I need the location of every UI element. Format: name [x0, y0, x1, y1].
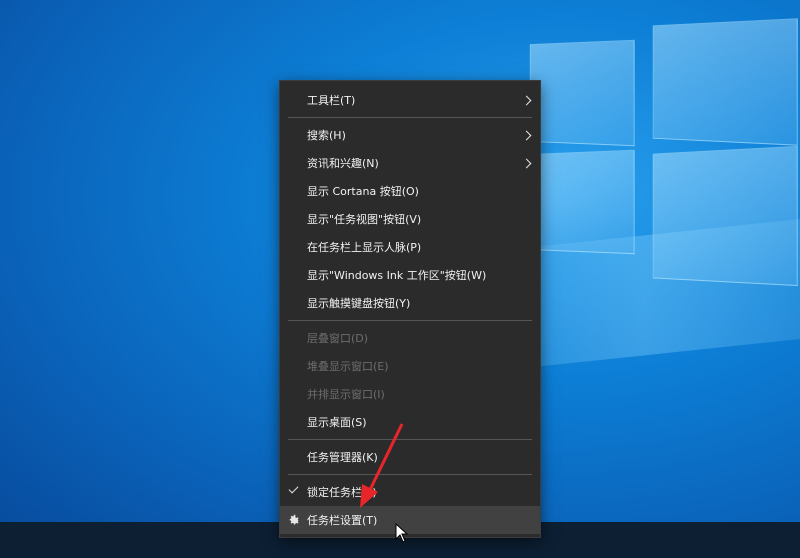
- logo-pane-bottom-right: [652, 145, 798, 287]
- menu-separator: [288, 439, 532, 440]
- menu-item-label: 并排显示窗口(I): [307, 388, 385, 401]
- menu-item-show-task-view[interactable]: 显示"任务视图"按钮(V): [280, 205, 540, 233]
- menu-item-label: 显示触摸键盘按钮(Y): [307, 297, 411, 310]
- menu-item-label: 在任务栏上显示人脉(P): [307, 241, 422, 254]
- menu-item-show-touch-keyboard[interactable]: 显示触摸键盘按钮(Y): [280, 289, 540, 317]
- menu-item-label: 任务栏设置(T): [307, 514, 378, 527]
- menu-item-lock-taskbar[interactable]: 锁定任务栏(L): [280, 478, 540, 506]
- menu-item-label: 层叠窗口(D): [307, 332, 369, 345]
- menu-item-task-manager[interactable]: 任务管理器(K): [280, 443, 540, 471]
- mouse-cursor-icon: [395, 523, 409, 543]
- menu-item-label: 显示"Windows Ink 工作区"按钮(W): [307, 269, 487, 282]
- chevron-right-icon: [521, 158, 532, 168]
- windows-logo: [500, 0, 800, 330]
- chevron-right-icon: [521, 95, 532, 105]
- menu-separator: [288, 320, 532, 321]
- chevron-right-icon: [521, 130, 532, 140]
- logo-pane-bottom-left: [529, 149, 635, 255]
- menu-item-cascade-windows: 层叠窗口(D): [280, 324, 540, 352]
- logo-pane-top-left: [529, 39, 635, 147]
- menu-separator: [288, 474, 532, 475]
- menu-item-toolbar[interactable]: 工具栏(T): [280, 86, 540, 114]
- menu-item-label: 显示"任务视图"按钮(V): [307, 213, 422, 226]
- taskbar-context-menu: 工具栏(T) 搜索(H) 资讯和兴趣(N) 显示 Cortana 按钮(O) 显…: [279, 80, 541, 538]
- menu-item-side-by-side: 并排显示窗口(I): [280, 380, 540, 408]
- red-arrow-icon: [360, 423, 404, 508]
- menu-item-label: 搜索(H): [307, 129, 346, 142]
- menu-item-label: 堆叠显示窗口(E): [307, 360, 389, 373]
- menu-item-search[interactable]: 搜索(H): [280, 121, 540, 149]
- menu-item-news-and-interests[interactable]: 资讯和兴趣(N): [280, 149, 540, 177]
- menu-item-show-cortana[interactable]: 显示 Cortana 按钮(O): [280, 177, 540, 205]
- menu-item-show-desktop[interactable]: 显示桌面(S): [280, 408, 540, 436]
- menu-item-label: 显示 Cortana 按钮(O): [307, 185, 419, 198]
- menu-item-show-windows-ink[interactable]: 显示"Windows Ink 工作区"按钮(W): [280, 261, 540, 289]
- menu-item-label: 资讯和兴趣(N): [307, 157, 379, 170]
- logo-pane-top-right: [652, 18, 798, 146]
- menu-item-label: 工具栏(T): [307, 94, 356, 107]
- menu-item-show-people[interactable]: 在任务栏上显示人脉(P): [280, 233, 540, 261]
- gear-icon: [289, 514, 300, 525]
- menu-item-stack-windows: 堆叠显示窗口(E): [280, 352, 540, 380]
- menu-item-taskbar-settings[interactable]: 任务栏设置(T): [280, 506, 540, 534]
- menu-separator: [288, 117, 532, 118]
- checkmark-icon: [288, 483, 299, 494]
